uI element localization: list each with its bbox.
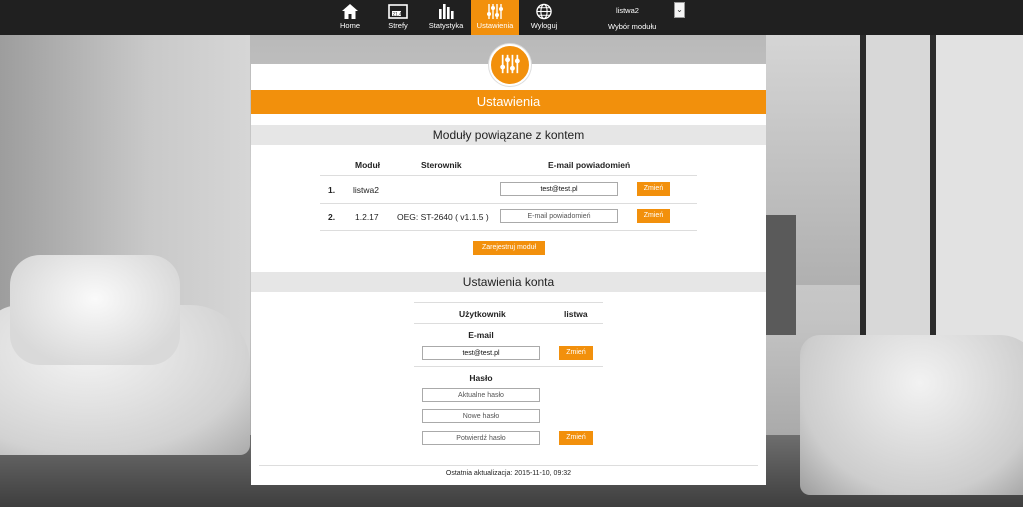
change-email-button[interactable]: Zmień [559,346,593,360]
account-divider [414,366,603,367]
change-notification-email-button[interactable]: Zmień [637,182,670,196]
last-update-text: Ostatnia aktualizacja: 2015-11-10, 09:32 [445,470,572,477]
current-password-input[interactable]: Aktualne hasło [422,388,540,402]
module-selector-label: Wybór modułu [608,22,657,31]
notification-email-input[interactable]: test@test.pl [500,182,618,196]
account-email-input[interactable]: test@test.pl [422,346,540,360]
row-number: 1. [328,185,336,195]
row-module: listwa2 [353,185,379,195]
background-furniture [766,215,796,335]
change-password-button[interactable]: Zmień [559,431,593,445]
zones-icon: 21.4 [388,4,408,19]
user-value: listwa [564,309,588,319]
column-header-controller: Sterownik [421,160,462,170]
nav-statistics-label: Statystyka [428,21,464,30]
footer-divider [259,465,758,466]
new-password-input[interactable]: Nowe hasło [422,409,540,423]
confirm-password-input[interactable]: Potwierdź hasło [422,431,540,445]
nav-logout-label: Wyloguj [530,21,558,30]
nav-statistics[interactable]: Statystyka [422,0,470,35]
nav-home[interactable]: Home [326,0,374,35]
table-divider [320,230,697,231]
nav-settings[interactable]: Ustawienia [471,0,519,35]
module-selector[interactable]: listwa2 ⌄ Wybór modułu [604,0,694,35]
statistics-icon [439,4,454,19]
account-divider [414,302,603,303]
account-divider [414,323,603,324]
register-module-button[interactable]: Zarejestruj moduł [473,241,545,255]
nav-zones[interactable]: 21.4 Strefy [374,0,422,35]
row-module: 1.2.17 [355,212,379,222]
nav-home-label: Home [339,21,360,30]
email-label: E-mail [468,330,494,340]
nav-zones-label: Strefy [388,21,408,30]
top-navigation: Home 21.4 Strefy Statystyka Ustawienia W… [0,0,1023,35]
background-window [860,35,1023,355]
background-sofa-right [800,335,1023,495]
svg-text:21.4: 21.4 [393,11,403,16]
background-cushion [10,255,180,365]
table-divider [320,203,697,204]
chevron-down-icon[interactable]: ⌄ [674,2,685,18]
module-selector-value: listwa2 [616,6,639,15]
account-section-heading: Ustawienia konta [251,272,766,292]
settings-badge [489,44,531,86]
modules-section-heading: Moduły powiązane z kontem [251,125,766,145]
change-notification-email-button[interactable]: Zmień [637,209,670,223]
nav-logout[interactable]: Wyloguj [520,0,568,35]
table-divider [320,175,697,176]
row-controller: OEG: ST-2640 ( v1.1.5 ) [397,212,489,222]
settings-panel: Ustawienia Moduły powiązane z kontem Mod… [251,44,766,485]
page-title: Ustawienia [251,90,766,114]
settings-sliders-icon [487,4,503,19]
settings-sliders-icon [500,54,520,74]
user-label: Użytkownik [459,309,506,319]
nav-settings-label: Ustawienia [476,21,514,30]
column-header-module: Moduł [355,160,381,170]
globe-icon [536,3,552,20]
password-label: Hasło [469,373,493,383]
home-icon [342,4,358,19]
row-number: 2. [328,212,336,222]
column-header-email: E-mail powiadomień [548,160,631,170]
notification-email-input[interactable]: E-mail powiadomień [500,209,618,223]
